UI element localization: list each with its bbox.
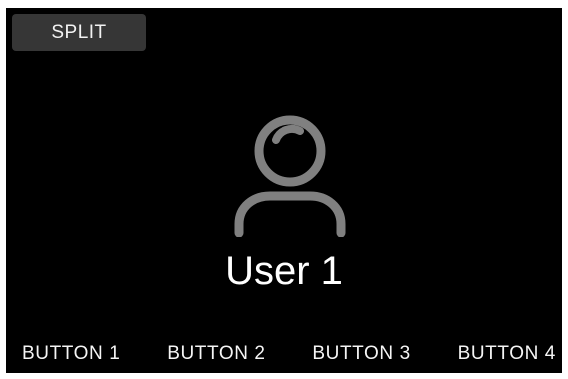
button-1[interactable]: BUTTON 1 [22, 343, 120, 365]
bottom-button-bar: BUTTON 1 BUTTON 2 BUTTON 3 BUTTON 4 [6, 335, 562, 373]
button-2[interactable]: BUTTON 2 [167, 343, 265, 365]
user-name: User 1 [225, 249, 343, 293]
button-3[interactable]: BUTTON 3 [312, 343, 410, 365]
split-button[interactable]: SPLIT [12, 14, 146, 51]
button-4[interactable]: BUTTON 4 [458, 343, 556, 365]
user-icon [234, 115, 346, 237]
device-screen: SPLIT User 1 BUTTON 1 BUTTON 2 BUTTON 3 … [6, 8, 562, 373]
